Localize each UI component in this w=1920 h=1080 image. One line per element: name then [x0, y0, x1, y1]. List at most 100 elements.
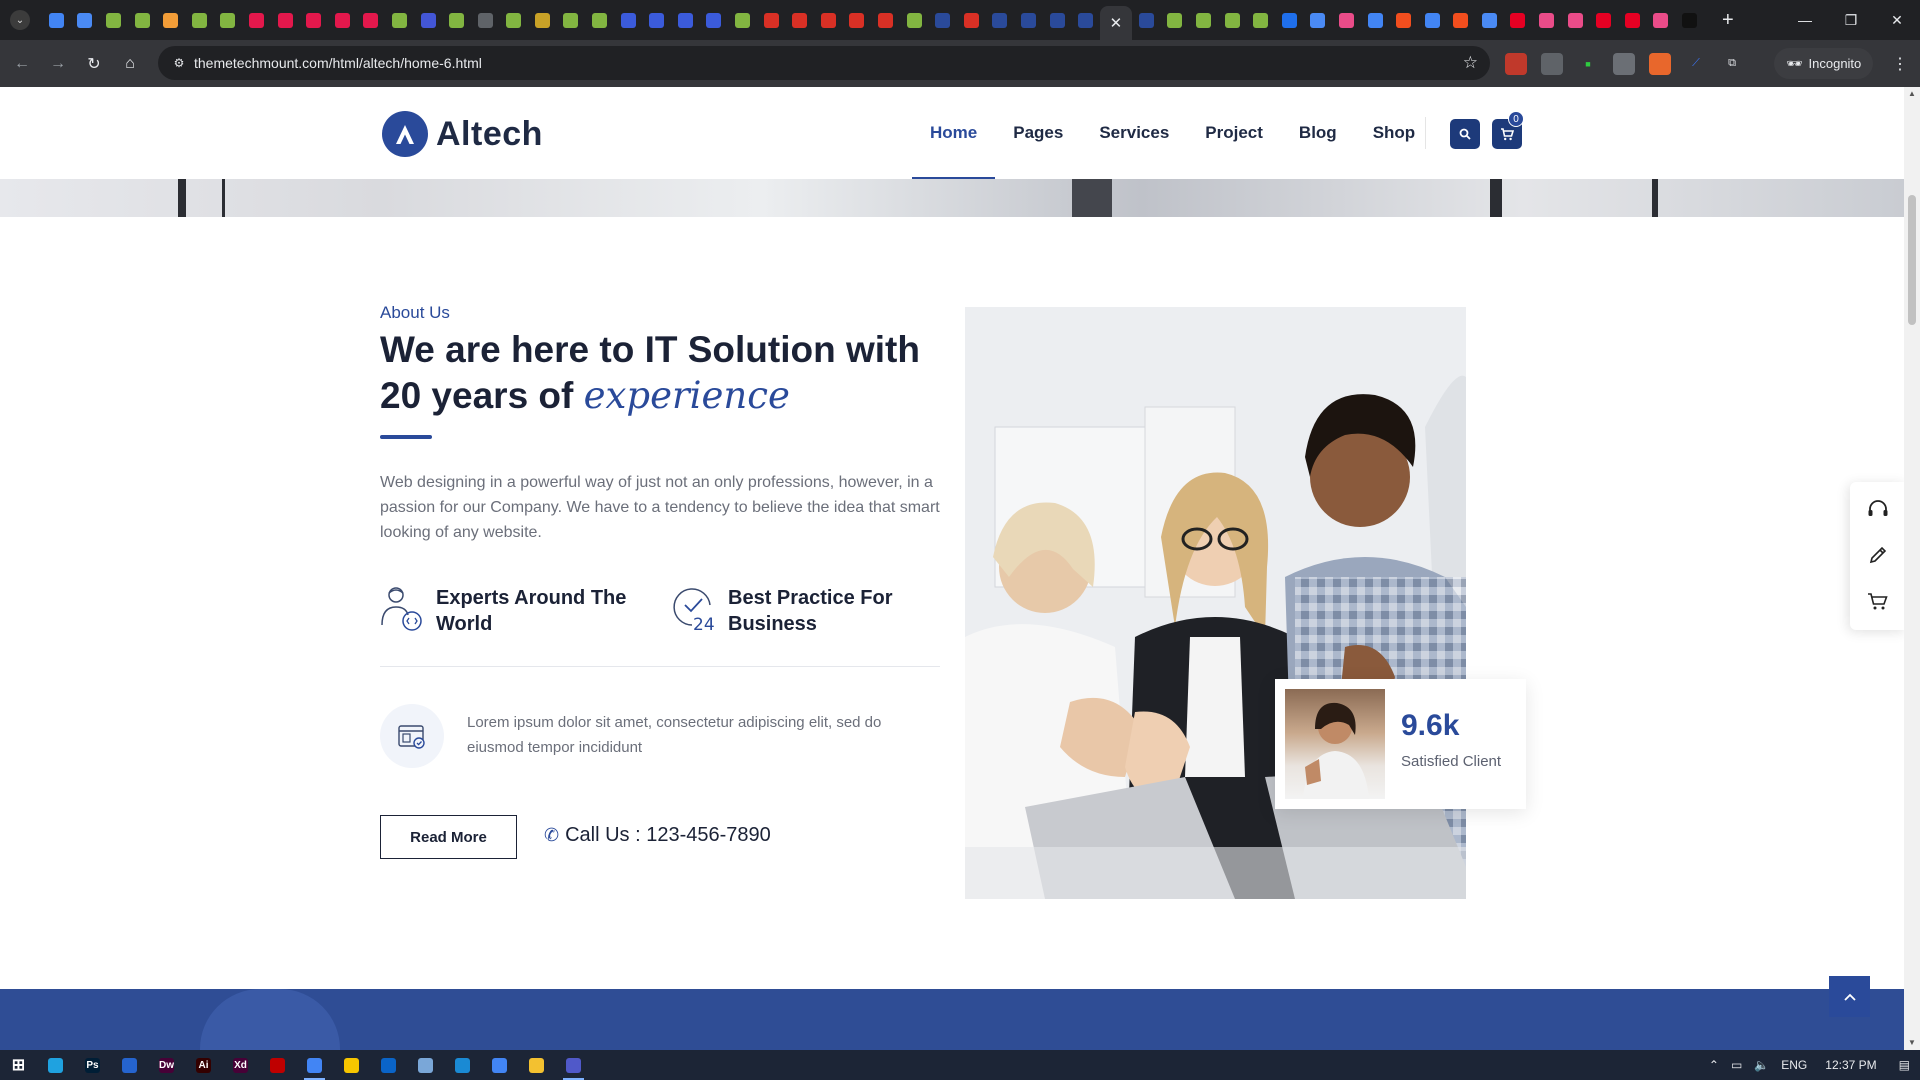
tab[interactable]: [128, 0, 157, 40]
tab[interactable]: [442, 0, 471, 40]
tab[interactable]: [1532, 0, 1561, 40]
tab[interactable]: [1132, 0, 1161, 40]
filezilla-icon[interactable]: [259, 1050, 296, 1080]
todo-icon[interactable]: [111, 1050, 148, 1080]
tab[interactable]: [156, 0, 185, 40]
tab[interactable]: [1618, 0, 1647, 40]
tab[interactable]: [414, 0, 443, 40]
tray-chevron-icon[interactable]: ⌃: [1709, 1058, 1719, 1072]
tab[interactable]: [299, 0, 328, 40]
tab[interactable]: [1071, 0, 1100, 40]
tab[interactable]: [1504, 0, 1533, 40]
language-indicator[interactable]: ENG: [1781, 1058, 1807, 1072]
extension-green-icon[interactable]: ■: [1577, 53, 1599, 75]
tab[interactable]: [871, 0, 900, 40]
restore-button[interactable]: ❐: [1828, 0, 1874, 40]
browser-menu-icon[interactable]: ⋮: [1892, 54, 1908, 74]
menu-item-blog[interactable]: Blog: [1281, 87, 1355, 179]
tab[interactable]: [557, 0, 586, 40]
tab[interactable]: [42, 0, 71, 40]
minimize-button[interactable]: —: [1782, 0, 1828, 40]
tab[interactable]: [1332, 0, 1361, 40]
home-icon[interactable]: ⌂: [112, 46, 148, 82]
back-to-top-button[interactable]: [1829, 976, 1870, 1017]
tab[interactable]: [700, 0, 729, 40]
site-logo[interactable]: Altech: [382, 111, 543, 157]
tab[interactable]: [1275, 0, 1304, 40]
chrome-icon[interactable]: [481, 1050, 518, 1080]
tab[interactable]: [642, 0, 671, 40]
tab[interactable]: [1014, 0, 1043, 40]
sticky-notes-icon[interactable]: [333, 1050, 370, 1080]
chrome-icon[interactable]: [296, 1050, 333, 1080]
tab[interactable]: [928, 0, 957, 40]
teams-icon[interactable]: [555, 1050, 592, 1080]
tab[interactable]: [814, 0, 843, 40]
menu-item-services[interactable]: Services: [1081, 87, 1187, 179]
tab[interactable]: [728, 0, 757, 40]
tab[interactable]: [1447, 0, 1476, 40]
bookmark-star-icon[interactable]: ☆: [1463, 53, 1478, 73]
tab[interactable]: [614, 0, 643, 40]
tab[interactable]: [1589, 0, 1618, 40]
edge-icon[interactable]: [37, 1050, 74, 1080]
network-icon[interactable]: ▭: [1731, 1058, 1742, 1072]
photoshop-icon[interactable]: Ps: [74, 1050, 111, 1080]
clock[interactable]: 12:37 PM: [1825, 1058, 1876, 1072]
tab[interactable]: [757, 0, 786, 40]
xd-icon[interactable]: Xd: [222, 1050, 259, 1080]
tab[interactable]: [71, 0, 100, 40]
tab[interactable]: [1304, 0, 1333, 40]
tab[interactable]: [357, 0, 386, 40]
tab[interactable]: [843, 0, 872, 40]
search-button[interactable]: [1450, 119, 1480, 149]
extension-red-icon[interactable]: [1505, 52, 1527, 75]
file-explorer-icon[interactable]: [518, 1050, 555, 1080]
vscode-icon[interactable]: [444, 1050, 481, 1080]
tab[interactable]: [585, 0, 614, 40]
tab[interactable]: [1246, 0, 1275, 40]
tab[interactable]: [271, 0, 300, 40]
menu-item-pages[interactable]: Pages: [995, 87, 1081, 179]
tab-search-chevron-icon[interactable]: ⌄: [10, 10, 30, 30]
new-tab-button[interactable]: +: [1716, 9, 1740, 32]
tab[interactable]: [214, 0, 243, 40]
close-tab-icon[interactable]: ✕: [1110, 14, 1123, 32]
tab[interactable]: [1189, 0, 1218, 40]
tab[interactable]: [986, 0, 1015, 40]
dreamweaver-icon[interactable]: Dw: [148, 1050, 185, 1080]
tab[interactable]: [900, 0, 929, 40]
notifications-icon[interactable]: ▤: [1899, 1058, 1910, 1072]
illustrator-icon[interactable]: Ai: [185, 1050, 222, 1080]
tab[interactable]: [1561, 0, 1590, 40]
extension-camera-icon[interactable]: [1613, 52, 1635, 75]
tab[interactable]: [1418, 0, 1447, 40]
scrollbar-thumb[interactable]: [1908, 195, 1916, 325]
forward-arrow-icon[interactable]: →: [40, 46, 76, 82]
tab[interactable]: [1389, 0, 1418, 40]
outlook-icon[interactable]: [370, 1050, 407, 1080]
incognito-profile-button[interactable]: 🕶 Incognito: [1774, 48, 1874, 79]
tab[interactable]: [671, 0, 700, 40]
pencil-icon[interactable]: [1850, 532, 1904, 578]
tab[interactable]: [1218, 0, 1247, 40]
address-bar[interactable]: ⚙ themetechmount.com/html/altech/home-6.…: [158, 46, 1490, 80]
menu-item-home[interactable]: Home: [912, 87, 996, 179]
headset-icon[interactable]: [1850, 486, 1904, 532]
extension-orange-icon[interactable]: [1649, 52, 1671, 75]
scroll-down-arrow-icon[interactable]: ▼: [1907, 1038, 1917, 1048]
url-text[interactable]: themetechmount.com/html/altech/home-6.ht…: [194, 55, 482, 71]
reload-icon[interactable]: ↻: [76, 46, 112, 82]
tab[interactable]: [1647, 0, 1676, 40]
tab-active[interactable]: ✕: [1099, 6, 1132, 40]
volume-icon[interactable]: 🔈: [1754, 1058, 1769, 1072]
scroll-up-arrow-icon[interactable]: ▲: [1907, 89, 1917, 99]
tab[interactable]: [1361, 0, 1390, 40]
menu-item-project[interactable]: Project: [1187, 87, 1281, 179]
windows-start-icon[interactable]: ⊞: [0, 1050, 37, 1080]
tab[interactable]: [785, 0, 814, 40]
tab[interactable]: [328, 0, 357, 40]
tab[interactable]: [385, 0, 414, 40]
tab[interactable]: [1675, 0, 1704, 40]
tab[interactable]: [1161, 0, 1190, 40]
